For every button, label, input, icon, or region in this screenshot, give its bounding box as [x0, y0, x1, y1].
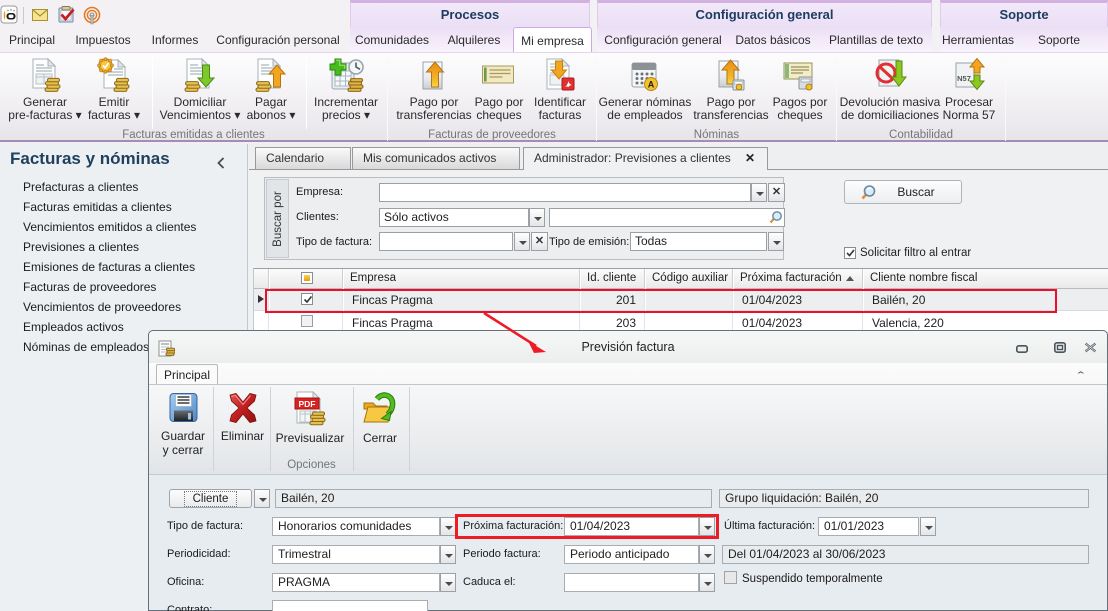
svg-text:PDF: PDF	[299, 399, 316, 409]
svg-text:A: A	[648, 80, 655, 90]
svg-text:N57: N57	[957, 74, 971, 83]
